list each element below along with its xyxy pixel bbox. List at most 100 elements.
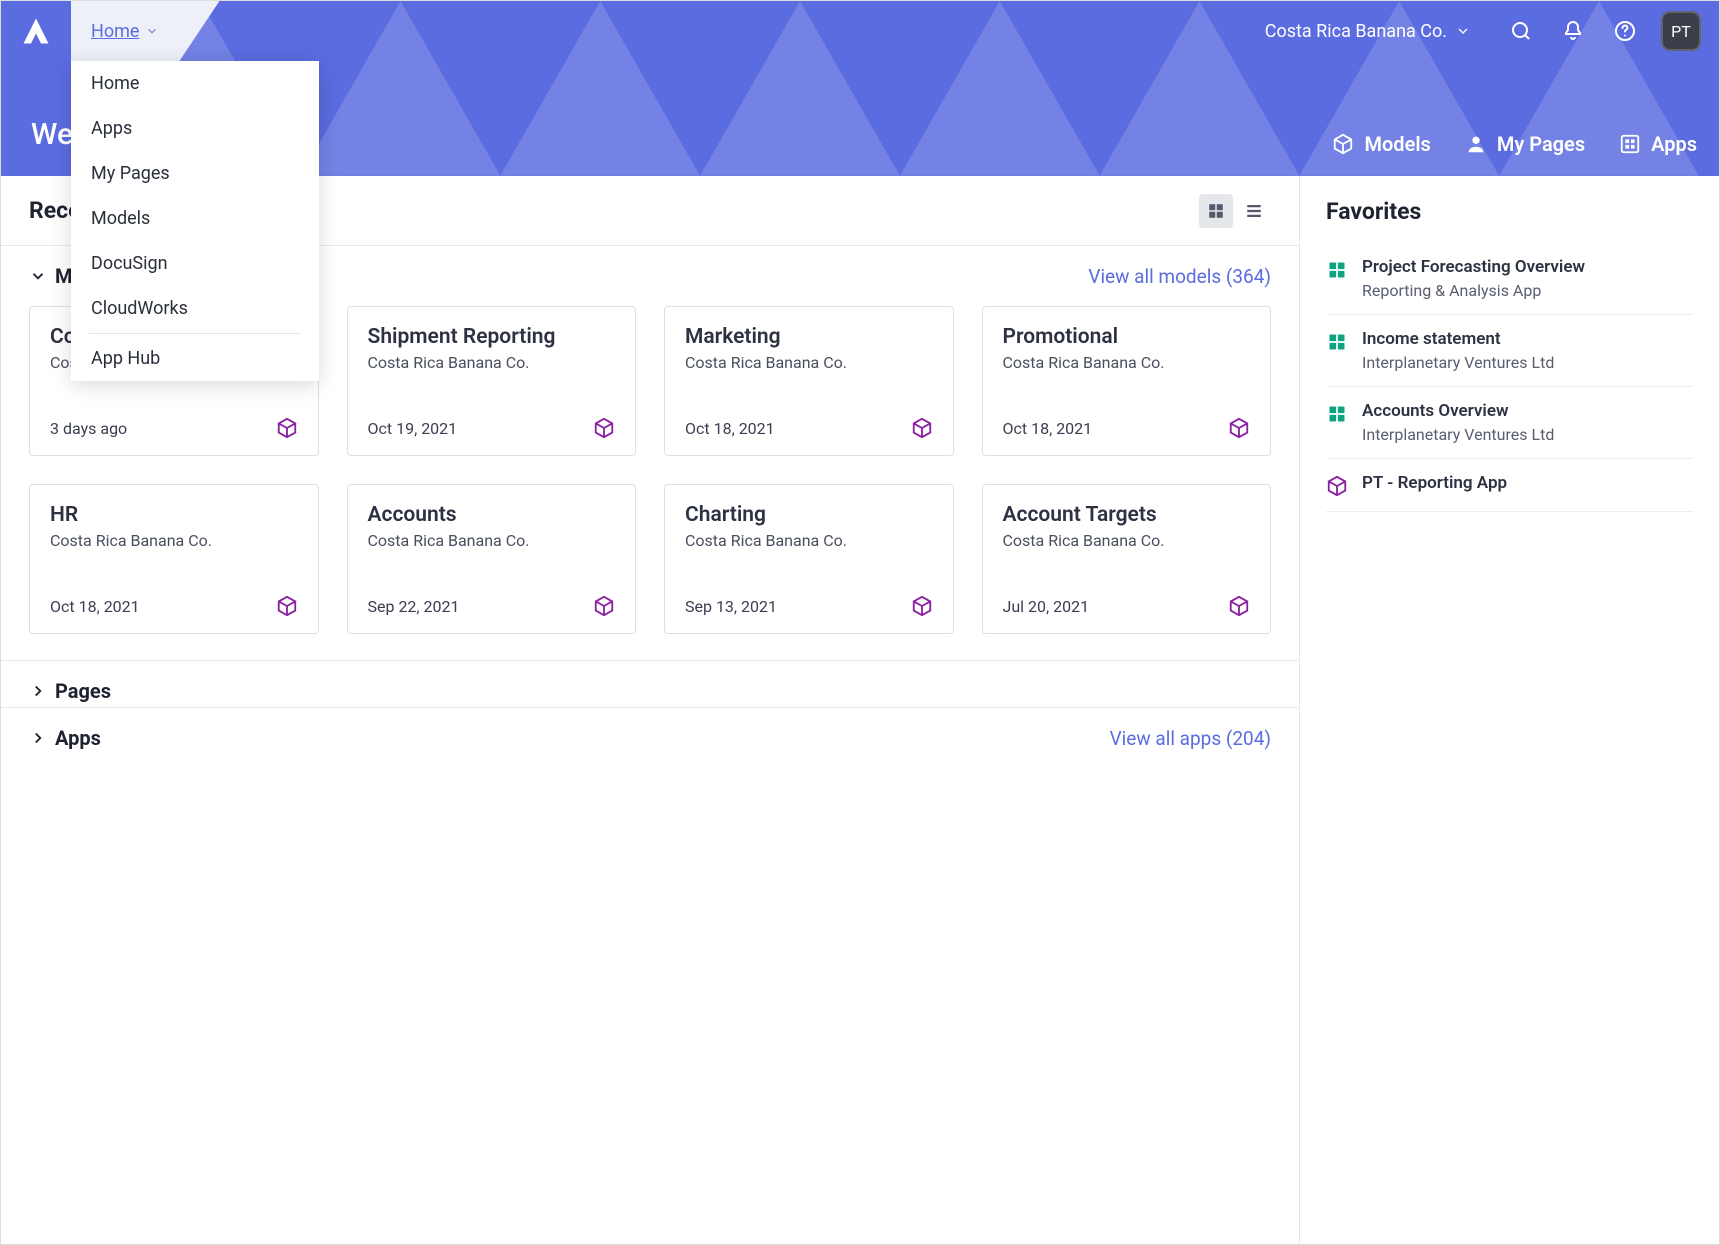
cube-icon	[1332, 133, 1354, 155]
section-title: Apps	[55, 726, 101, 750]
favorite-title: PT - Reporting App	[1362, 473, 1507, 493]
subnav-apps[interactable]: Apps	[1619, 132, 1697, 156]
list-view-button[interactable]	[1237, 194, 1271, 228]
cube-icon	[593, 595, 615, 617]
cube-icon	[911, 417, 933, 439]
card-date: 3 days ago	[50, 419, 127, 438]
favorite-item[interactable]: Accounts OverviewInterplanetary Ventures…	[1326, 387, 1693, 459]
favorites-sidebar: Favorites Project Forecasting Overview Re…	[1299, 176, 1719, 1244]
card-date: Oct 18, 2021	[685, 419, 775, 438]
dropdown-item[interactable]: Home	[71, 61, 319, 106]
model-card[interactable]: AccountsCosta Rica Banana Co.Sep 22, 202…	[347, 484, 637, 634]
search-icon	[1509, 19, 1533, 43]
grid-icon	[1207, 202, 1225, 220]
cube-icon	[1228, 417, 1250, 439]
dropdown-item[interactable]: CloudWorks	[71, 286, 319, 331]
breadcrumb-tab[interactable]: Home	[71, 1, 219, 61]
card-date: Oct 18, 2021	[50, 597, 140, 616]
favorite-icon	[1326, 403, 1348, 425]
card-subtitle: Costa Rica Banana Co.	[368, 531, 616, 550]
card-title: Shipment Reporting	[368, 325, 616, 349]
model-card[interactable]: ChartingCosta Rica Banana Co.Sep 13, 202…	[664, 484, 954, 634]
chevron-down-icon	[1455, 23, 1471, 39]
workspace-name: Costa Rica Banana Co.	[1265, 21, 1447, 42]
model-type-icon	[911, 595, 933, 617]
dropdown-item[interactable]: My Pages	[71, 151, 319, 196]
workspace-switcher[interactable]: Costa Rica Banana Co.	[1265, 21, 1471, 42]
subnav-models[interactable]: Models	[1332, 132, 1430, 156]
subnav-label: Models	[1364, 132, 1430, 156]
card-title: HR	[50, 503, 298, 527]
dropdown-item[interactable]: Models	[71, 196, 319, 241]
breadcrumb-home-link[interactable]: Home	[91, 21, 139, 42]
subnav-my-pages[interactable]: My Pages	[1465, 132, 1585, 156]
favorite-icon	[1326, 259, 1348, 281]
card-title: Marketing	[685, 325, 933, 349]
model-type-icon	[911, 417, 933, 439]
card-subtitle: Costa Rica Banana Co.	[1003, 353, 1251, 372]
grid-view-button[interactable]	[1199, 194, 1233, 228]
dropdown-separator	[89, 333, 301, 334]
favorite-subtitle: Reporting & Analysis App	[1362, 281, 1585, 300]
chevron-down-icon	[145, 24, 159, 38]
bell-icon	[1561, 19, 1585, 43]
help-icon	[1613, 19, 1637, 43]
app-logo[interactable]	[1, 1, 71, 61]
model-type-icon	[1228, 417, 1250, 439]
model-card[interactable]: Shipment Reporting Costa Rica Banana Co. O…	[347, 306, 637, 456]
favorite-subtitle: Interplanetary Ventures Ltd	[1362, 353, 1554, 372]
cube-icon	[1228, 595, 1250, 617]
cube-icon	[276, 417, 298, 439]
model-card[interactable]: HR Costa Rica Banana Co. Oct 18, 2021	[29, 484, 319, 634]
notifications-button[interactable]	[1551, 9, 1595, 53]
dropdown-item[interactable]: Apps	[71, 106, 319, 151]
card-title: Charting	[685, 503, 933, 527]
cube-icon	[276, 595, 298, 617]
chevron-right-icon[interactable]	[29, 729, 51, 747]
view-toggle	[1199, 194, 1271, 228]
model-type-icon	[276, 595, 298, 617]
subnav-label: My Pages	[1497, 132, 1585, 156]
user-avatar[interactable]: PT	[1661, 11, 1701, 51]
app-icon	[1327, 404, 1347, 424]
dropdown-item[interactable]: App Hub	[71, 336, 319, 381]
app-icon	[1327, 332, 1347, 352]
dropdown-scroll[interactable]: HomeAppsMy PagesModelsDocuSignCloudWorks…	[71, 61, 319, 381]
subnav-label: Apps	[1651, 132, 1697, 156]
card-title: Promotional	[1003, 325, 1251, 349]
cube-icon	[1326, 475, 1348, 497]
person-icon	[1465, 133, 1487, 155]
breadcrumb-dropdown: HomeAppsMy PagesModelsDocuSignCloudWorks…	[71, 61, 319, 381]
model-type-icon	[593, 595, 615, 617]
card-subtitle: Costa Rica Banana Co.	[50, 531, 298, 550]
apps-icon	[1619, 133, 1641, 155]
card-subtitle: Costa Rica Banana Co.	[368, 353, 616, 372]
card-date: Sep 22, 2021	[368, 597, 460, 616]
help-button[interactable]	[1603, 9, 1647, 53]
view-all-apps-link[interactable]: View all apps (204)	[1110, 727, 1271, 750]
card-title: Account Targets	[1003, 503, 1251, 527]
model-card[interactable]: Promotional Costa Rica Banana Co. Oct 18, …	[982, 306, 1272, 456]
card-date: Jul 20, 2021	[1003, 597, 1090, 616]
cube-icon	[593, 417, 615, 439]
card-date: Oct 18, 2021	[1003, 419, 1093, 438]
search-button[interactable]	[1499, 9, 1543, 53]
card-date: Oct 19, 2021	[368, 419, 458, 438]
favorites-title: Favorites	[1326, 198, 1693, 225]
favorite-item[interactable]: Project Forecasting Overview Reporting & …	[1326, 243, 1693, 315]
section-title: Pages	[55, 679, 111, 703]
dropdown-item[interactable]: DocuSign	[71, 241, 319, 286]
section-head-apps: Apps View all apps (204)	[1, 707, 1299, 754]
view-all-models-link[interactable]: View all models (364)	[1088, 265, 1271, 288]
chevron-right-icon[interactable]	[29, 682, 51, 700]
app-icon	[1327, 260, 1347, 280]
favorite-title: Project Forecasting Overview	[1362, 257, 1585, 277]
favorite-title: Accounts Overview	[1362, 401, 1554, 421]
model-card[interactable]: MarketingCosta Rica Banana Co.Oct 18, 20…	[664, 306, 954, 456]
model-card[interactable]: Account TargetsCosta Rica Banana Co.Jul …	[982, 484, 1272, 634]
model-type-icon	[276, 417, 298, 439]
favorite-item[interactable]: Income statementInterplanetary Ventures …	[1326, 315, 1693, 387]
chevron-down-icon[interactable]	[29, 267, 51, 285]
favorite-item[interactable]: PT - Reporting App	[1326, 459, 1693, 512]
card-date: Sep 13, 2021	[685, 597, 777, 616]
